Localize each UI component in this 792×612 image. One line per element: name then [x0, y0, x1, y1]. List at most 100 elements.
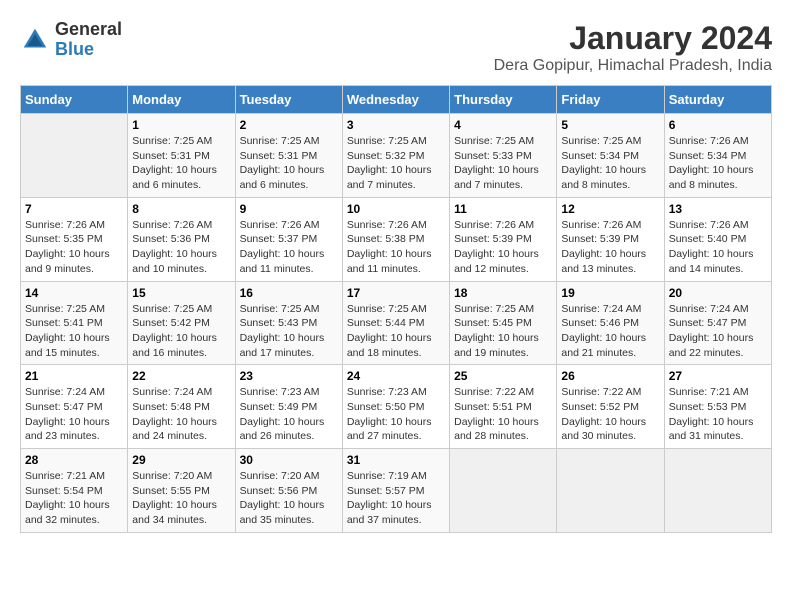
day-info: Sunrise: 7:24 AMSunset: 5:46 PMDaylight:… [561, 302, 659, 361]
day-info: Sunrise: 7:20 AMSunset: 5:56 PMDaylight:… [240, 469, 338, 528]
calendar-cell: 29 Sunrise: 7:20 AMSunset: 5:55 PMDaylig… [128, 449, 235, 533]
day-info: Sunrise: 7:26 AMSunset: 5:34 PMDaylight:… [669, 134, 767, 193]
calendar-cell: 2 Sunrise: 7:25 AMSunset: 5:31 PMDayligh… [235, 114, 342, 198]
day-number: 24 [347, 369, 445, 383]
day-info: Sunrise: 7:25 AMSunset: 5:45 PMDaylight:… [454, 302, 552, 361]
weekday-header-monday: Monday [128, 86, 235, 114]
day-number: 19 [561, 286, 659, 300]
calendar-cell [557, 449, 664, 533]
weekday-header-sunday: Sunday [21, 86, 128, 114]
day-info: Sunrise: 7:26 AMSunset: 5:36 PMDaylight:… [132, 218, 230, 277]
calendar-cell: 20 Sunrise: 7:24 AMSunset: 5:47 PMDaylig… [664, 281, 771, 365]
calendar-cell: 23 Sunrise: 7:23 AMSunset: 5:49 PMDaylig… [235, 365, 342, 449]
calendar-table: SundayMondayTuesdayWednesdayThursdayFrid… [20, 85, 772, 533]
weekday-header-row: SundayMondayTuesdayWednesdayThursdayFrid… [21, 86, 772, 114]
day-info: Sunrise: 7:23 AMSunset: 5:49 PMDaylight:… [240, 385, 338, 444]
day-number: 9 [240, 202, 338, 216]
calendar-cell: 8 Sunrise: 7:26 AMSunset: 5:36 PMDayligh… [128, 197, 235, 281]
day-number: 2 [240, 118, 338, 132]
day-info: Sunrise: 7:20 AMSunset: 5:55 PMDaylight:… [132, 469, 230, 528]
day-number: 21 [25, 369, 123, 383]
day-number: 5 [561, 118, 659, 132]
calendar-cell [21, 114, 128, 198]
calendar-cell: 10 Sunrise: 7:26 AMSunset: 5:38 PMDaylig… [342, 197, 449, 281]
calendar-cell: 15 Sunrise: 7:25 AMSunset: 5:42 PMDaylig… [128, 281, 235, 365]
calendar-cell: 18 Sunrise: 7:25 AMSunset: 5:45 PMDaylig… [450, 281, 557, 365]
day-info: Sunrise: 7:26 AMSunset: 5:39 PMDaylight:… [454, 218, 552, 277]
day-number: 13 [669, 202, 767, 216]
day-info: Sunrise: 7:25 AMSunset: 5:43 PMDaylight:… [240, 302, 338, 361]
day-number: 11 [454, 202, 552, 216]
calendar-cell: 16 Sunrise: 7:25 AMSunset: 5:43 PMDaylig… [235, 281, 342, 365]
day-number: 16 [240, 286, 338, 300]
calendar-cell: 13 Sunrise: 7:26 AMSunset: 5:40 PMDaylig… [664, 197, 771, 281]
day-number: 30 [240, 453, 338, 467]
calendar-cell: 26 Sunrise: 7:22 AMSunset: 5:52 PMDaylig… [557, 365, 664, 449]
logo-text: General Blue [55, 20, 122, 60]
day-number: 22 [132, 369, 230, 383]
day-number: 1 [132, 118, 230, 132]
day-info: Sunrise: 7:21 AMSunset: 5:54 PMDaylight:… [25, 469, 123, 528]
calendar-cell: 19 Sunrise: 7:24 AMSunset: 5:46 PMDaylig… [557, 281, 664, 365]
calendar-cell [450, 449, 557, 533]
calendar-cell: 28 Sunrise: 7:21 AMSunset: 5:54 PMDaylig… [21, 449, 128, 533]
day-number: 7 [25, 202, 123, 216]
calendar-cell: 12 Sunrise: 7:26 AMSunset: 5:39 PMDaylig… [557, 197, 664, 281]
day-number: 8 [132, 202, 230, 216]
day-number: 25 [454, 369, 552, 383]
calendar-cell: 5 Sunrise: 7:25 AMSunset: 5:34 PMDayligh… [557, 114, 664, 198]
calendar-week-5: 28 Sunrise: 7:21 AMSunset: 5:54 PMDaylig… [21, 449, 772, 533]
calendar-cell: 25 Sunrise: 7:22 AMSunset: 5:51 PMDaylig… [450, 365, 557, 449]
logo-general-text: General [55, 20, 122, 40]
logo: General Blue [20, 20, 122, 60]
day-info: Sunrise: 7:22 AMSunset: 5:51 PMDaylight:… [454, 385, 552, 444]
day-number: 31 [347, 453, 445, 467]
day-number: 10 [347, 202, 445, 216]
day-info: Sunrise: 7:21 AMSunset: 5:53 PMDaylight:… [669, 385, 767, 444]
day-info: Sunrise: 7:26 AMSunset: 5:35 PMDaylight:… [25, 218, 123, 277]
weekday-header-tuesday: Tuesday [235, 86, 342, 114]
logo-icon [20, 25, 50, 55]
calendar-cell: 6 Sunrise: 7:26 AMSunset: 5:34 PMDayligh… [664, 114, 771, 198]
calendar-cell: 22 Sunrise: 7:24 AMSunset: 5:48 PMDaylig… [128, 365, 235, 449]
subtitle: Dera Gopipur, Himachal Pradesh, India [494, 57, 772, 75]
day-info: Sunrise: 7:26 AMSunset: 5:39 PMDaylight:… [561, 218, 659, 277]
day-info: Sunrise: 7:25 AMSunset: 5:32 PMDaylight:… [347, 134, 445, 193]
day-info: Sunrise: 7:24 AMSunset: 5:47 PMDaylight:… [669, 302, 767, 361]
calendar-cell: 17 Sunrise: 7:25 AMSunset: 5:44 PMDaylig… [342, 281, 449, 365]
day-number: 26 [561, 369, 659, 383]
calendar-cell: 9 Sunrise: 7:26 AMSunset: 5:37 PMDayligh… [235, 197, 342, 281]
header: General Blue January 2024 Dera Gopipur, … [20, 20, 772, 75]
logo-blue-text: Blue [55, 40, 122, 60]
calendar-cell: 30 Sunrise: 7:20 AMSunset: 5:56 PMDaylig… [235, 449, 342, 533]
day-number: 28 [25, 453, 123, 467]
day-info: Sunrise: 7:25 AMSunset: 5:34 PMDaylight:… [561, 134, 659, 193]
day-info: Sunrise: 7:23 AMSunset: 5:50 PMDaylight:… [347, 385, 445, 444]
calendar-week-4: 21 Sunrise: 7:24 AMSunset: 5:47 PMDaylig… [21, 365, 772, 449]
day-info: Sunrise: 7:19 AMSunset: 5:57 PMDaylight:… [347, 469, 445, 528]
day-number: 3 [347, 118, 445, 132]
day-info: Sunrise: 7:22 AMSunset: 5:52 PMDaylight:… [561, 385, 659, 444]
day-number: 15 [132, 286, 230, 300]
day-info: Sunrise: 7:25 AMSunset: 5:44 PMDaylight:… [347, 302, 445, 361]
calendar-cell: 1 Sunrise: 7:25 AMSunset: 5:31 PMDayligh… [128, 114, 235, 198]
calendar-week-3: 14 Sunrise: 7:25 AMSunset: 5:41 PMDaylig… [21, 281, 772, 365]
day-number: 27 [669, 369, 767, 383]
weekday-header-saturday: Saturday [664, 86, 771, 114]
weekday-header-friday: Friday [557, 86, 664, 114]
day-number: 29 [132, 453, 230, 467]
calendar-cell [664, 449, 771, 533]
calendar-cell: 31 Sunrise: 7:19 AMSunset: 5:57 PMDaylig… [342, 449, 449, 533]
day-number: 12 [561, 202, 659, 216]
calendar-cell: 3 Sunrise: 7:25 AMSunset: 5:32 PMDayligh… [342, 114, 449, 198]
day-info: Sunrise: 7:24 AMSunset: 5:47 PMDaylight:… [25, 385, 123, 444]
day-info: Sunrise: 7:25 AMSunset: 5:31 PMDaylight:… [240, 134, 338, 193]
calendar-cell: 7 Sunrise: 7:26 AMSunset: 5:35 PMDayligh… [21, 197, 128, 281]
calendar-cell: 27 Sunrise: 7:21 AMSunset: 5:53 PMDaylig… [664, 365, 771, 449]
calendar-week-2: 7 Sunrise: 7:26 AMSunset: 5:35 PMDayligh… [21, 197, 772, 281]
day-info: Sunrise: 7:26 AMSunset: 5:40 PMDaylight:… [669, 218, 767, 277]
day-info: Sunrise: 7:25 AMSunset: 5:31 PMDaylight:… [132, 134, 230, 193]
day-info: Sunrise: 7:25 AMSunset: 5:33 PMDaylight:… [454, 134, 552, 193]
day-number: 20 [669, 286, 767, 300]
day-info: Sunrise: 7:26 AMSunset: 5:37 PMDaylight:… [240, 218, 338, 277]
